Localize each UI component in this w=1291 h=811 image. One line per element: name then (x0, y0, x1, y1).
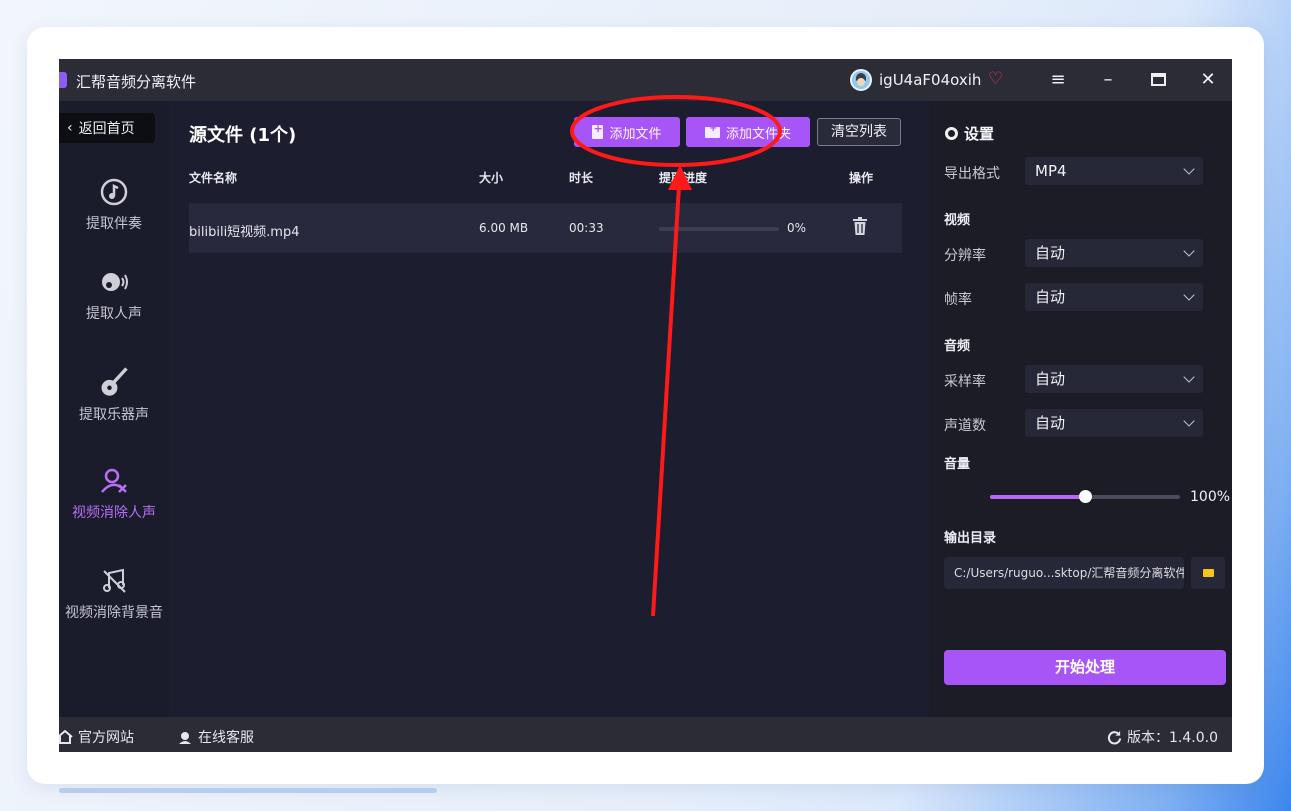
folder-icon (1203, 569, 1214, 577)
app-window: 汇帮音频分离软件 igU4aF04oxih ♡ ≡ – ✕ ‹ 返回首页 提取伴… (59, 59, 1232, 752)
menu-icon[interactable]: ≡ (1045, 68, 1071, 92)
framerate-label: 帧率 (944, 292, 972, 308)
official-website-label: 官方网站 (78, 730, 134, 746)
volume-handle[interactable] (1079, 490, 1092, 503)
settings-title-label: 设置 (964, 125, 995, 143)
user-name[interactable]: igU4aF04oxih (879, 71, 981, 89)
volume-label: 音量 (944, 457, 971, 472)
export-format-select[interactable]: MP4 (1025, 157, 1203, 185)
add-folder-label: 添加文件夹 (725, 126, 791, 142)
refresh-icon (1107, 730, 1122, 744)
version-info[interactable]: 版本：1.4.0.0 (1107, 727, 1218, 747)
channels-select[interactable]: 自动 (1025, 409, 1203, 437)
channels-label: 声道数 (944, 418, 986, 434)
app-logo-icon (59, 72, 67, 88)
video-section-title: 视频 (944, 213, 971, 228)
file-list-panel (169, 101, 929, 717)
volume-fill (990, 495, 1085, 499)
home-icon (59, 730, 73, 744)
sidebar-item-extract-instrument[interactable]: 提取乐器声 (59, 364, 169, 424)
maximize-icon[interactable] (1145, 68, 1171, 92)
sidebar-item-label: 提取人声 (86, 306, 142, 322)
minimize-icon[interactable]: – (1095, 68, 1121, 92)
framerate-value: 自动 (1035, 288, 1066, 306)
progress-percent: 0% (787, 221, 807, 235)
official-website-link[interactable]: 官方网站 (59, 727, 134, 747)
output-dir-label: 输出目录 (944, 531, 997, 546)
voice-icon (102, 273, 128, 291)
add-file-label: 添加文件 (609, 126, 662, 142)
music-note-icon (100, 178, 128, 206)
sidebar-item-label: 提取伴奏 (86, 216, 142, 232)
progress-bar (659, 227, 779, 231)
decorative-underline (59, 788, 437, 793)
add-file-button[interactable]: 添加文件 (574, 117, 680, 147)
start-processing-button[interactable]: 开始处理 (944, 650, 1226, 685)
add-folder-button[interactable]: 添加文件夹 (686, 117, 810, 147)
export-format-label: 导出格式 (944, 166, 1000, 182)
online-support-label: 在线客服 (198, 730, 254, 746)
samplerate-label: 采样率 (944, 374, 986, 390)
online-support-link[interactable]: 在线客服 (177, 727, 254, 747)
back-home-button[interactable]: ‹ 返回首页 (59, 113, 155, 143)
column-header-filename: 文件名称 (189, 171, 238, 185)
vip-heart-icon[interactable]: ♡ (988, 69, 1003, 89)
back-home-label: 返回首页 (78, 121, 135, 137)
chevron-down-icon (1183, 245, 1195, 257)
mute-music-icon (103, 568, 126, 593)
export-format-value: MP4 (1035, 162, 1067, 180)
chevron-down-icon (1183, 371, 1195, 383)
add-folder-icon (704, 123, 720, 138)
audio-section-title: 音频 (944, 339, 971, 354)
samplerate-value: 自动 (1035, 370, 1066, 388)
column-header-progress: 提取进度 (659, 171, 708, 185)
sidebar-item-label: 视频消除人声 (72, 505, 156, 521)
framerate-select[interactable]: 自动 (1025, 283, 1203, 311)
channels-value: 自动 (1035, 414, 1066, 432)
version-label: 版本：1.4.0.0 (1127, 730, 1218, 746)
file-size-cell: 6.00 MB (479, 221, 529, 235)
column-header-duration: 时长 (569, 171, 594, 185)
gear-icon (945, 127, 958, 140)
sidebar-item-video-remove-vocals[interactable]: 视频消除人声 (59, 466, 169, 522)
sidebar-item-extract-accompaniment[interactable]: 提取伴奏 (59, 177, 169, 233)
output-dir-field[interactable]: C:/Users/ruguo...sktop/汇帮音频分离软件 (944, 557, 1184, 589)
source-files-title: 源文件 (1个) (189, 125, 297, 146)
column-header-size: 大小 (479, 171, 504, 185)
file-duration-cell: 00:33 (569, 221, 604, 235)
samplerate-select[interactable]: 自动 (1025, 365, 1203, 393)
headset-icon (179, 731, 191, 744)
settings-title: 设置 (945, 123, 994, 144)
file-name-cell: bilibili短视频.mp4 (189, 225, 300, 240)
close-icon[interactable]: ✕ (1195, 68, 1221, 92)
sidebar-item-label: 视频消除背景音 (65, 605, 163, 621)
sidebar-item-extract-vocals[interactable]: 提取人声 (59, 267, 169, 323)
title-bar: 汇帮音频分离软件 igU4aF04oxih ♡ ≡ – ✕ (59, 59, 1232, 101)
guitar-icon (101, 367, 128, 396)
volume-value: 100% (1190, 489, 1231, 505)
chevron-left-icon: ‹ (67, 120, 73, 136)
chevron-down-icon (1183, 289, 1195, 301)
chevron-down-icon (1183, 415, 1195, 427)
chevron-down-icon (1183, 163, 1195, 175)
sidebar-item-label: 提取乐器声 (79, 407, 149, 423)
resolution-select[interactable]: 自动 (1025, 239, 1203, 267)
resolution-value: 自动 (1035, 244, 1066, 262)
resolution-label: 分辨率 (944, 248, 986, 264)
column-header-actions: 操作 (849, 171, 874, 185)
clear-list-button[interactable]: 清空列表 (817, 118, 901, 146)
browse-folder-button[interactable] (1191, 557, 1225, 589)
user-avatar[interactable] (850, 69, 872, 91)
volume-slider[interactable] (990, 490, 1180, 503)
sidebar-item-video-remove-background[interactable]: 视频消除背景音 (59, 566, 169, 622)
app-title: 汇帮音频分离软件 (76, 73, 197, 91)
add-file-icon (592, 122, 604, 139)
trash-icon[interactable] (852, 217, 868, 235)
remove-person-icon (101, 468, 127, 493)
